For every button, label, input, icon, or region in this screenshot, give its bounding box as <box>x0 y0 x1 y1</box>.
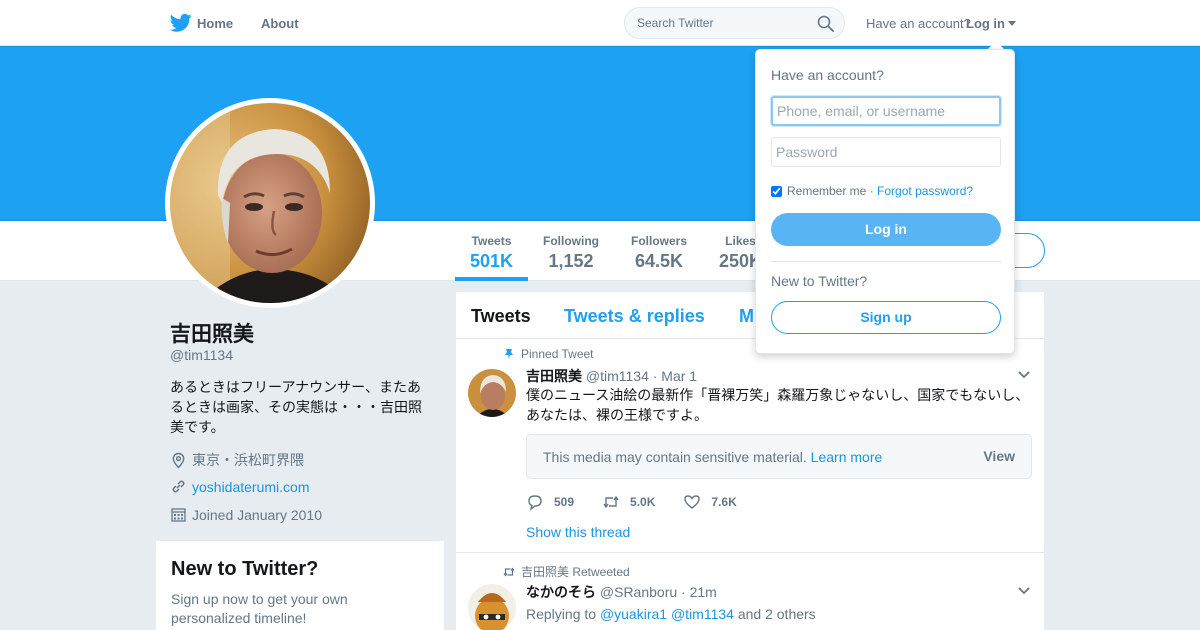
replying-user-link[interactable]: @tim1134 <box>671 606 734 622</box>
caret-down-icon[interactable] <box>1008 21 1016 26</box>
location-text: 東京・浜松町界隈 <box>192 452 304 468</box>
stat-followers-value: 64.5K <box>634 251 684 271</box>
remember-me-row: Remember me · Forgot password? <box>771 184 973 198</box>
show-thread-link[interactable]: Show this thread <box>526 524 630 540</box>
chevron-down-icon[interactable] <box>1018 587 1030 595</box>
stat-tweets-label: Tweets <box>471 234 512 248</box>
replying-prefix: Replying to <box>526 606 597 622</box>
forgot-password-link[interactable]: Forgot password? <box>877 184 973 198</box>
have-account-text: Have an account? <box>866 16 971 31</box>
replying-user-link[interactable]: @yuakira1 <box>600 606 667 622</box>
like-count: 7.6K <box>711 495 737 509</box>
login-menu-link[interactable]: Log in <box>966 16 1005 31</box>
sensitive-media-notice: This media may contain sensitive materia… <box>526 434 1032 479</box>
profile-handle: @tim1134 <box>170 347 233 363</box>
reply-icon <box>528 495 542 511</box>
pinned-tweet-context: Pinned Tweet <box>503 347 594 361</box>
tweet-actions: 509 5.0K 7.6K <box>526 493 765 511</box>
tweet-handle-date[interactable]: @SRanboru · 21m <box>600 584 717 600</box>
remember-me-checkbox[interactable] <box>771 185 782 197</box>
nav-about-link[interactable]: About <box>261 16 299 31</box>
twitter-bird-icon[interactable] <box>170 13 192 33</box>
tweet-author-name[interactable]: 吉田照美 <box>526 368 582 384</box>
pinned-label: Pinned Tweet <box>521 347 594 361</box>
new-to-twitter-text: New to Twitter? <box>771 273 868 289</box>
retweeted-by-label: 吉田照美 Retweeted <box>521 565 630 579</box>
search-icon[interactable] <box>817 15 834 32</box>
signup-card-title: New to Twitter? <box>171 558 319 580</box>
search-box[interactable]: Search Twitter <box>624 7 845 39</box>
signup-card: New to Twitter? Sign up now to get your … <box>156 541 444 630</box>
location-pin-icon <box>172 452 185 468</box>
profile-name: 吉田照美 <box>170 323 254 346</box>
username-field[interactable] <box>771 96 1001 126</box>
tweet-header: 吉田照美 @tim1134 · Mar 1 <box>526 366 697 386</box>
heart-icon <box>684 495 701 509</box>
retweet-icon <box>503 567 515 576</box>
reply-action[interactable]: 509 <box>526 493 574 511</box>
like-action[interactable]: 7.6K <box>683 493 737 511</box>
retweet-context: 吉田照美 Retweeted <box>503 563 630 580</box>
top-navigation: Home About Search Twitter Have an accoun… <box>0 0 1200 46</box>
replying-to: Replying to @yuakira1 @tim1134 and 2 oth… <box>526 606 816 622</box>
profile-avatar[interactable] <box>165 98 375 308</box>
search-input[interactable]: Search Twitter <box>637 16 713 30</box>
retweet-icon <box>603 495 619 509</box>
stat-tweets-value: 501K <box>470 251 514 271</box>
reply-count: 509 <box>554 495 575 509</box>
password-field[interactable] <box>771 137 1001 167</box>
tweet-divider <box>456 552 1044 553</box>
tab-tweets-replies[interactable]: Tweets & replies <box>564 306 705 327</box>
tweet-author-name[interactable]: なかのそら <box>526 584 596 600</box>
tab-tweets[interactable]: Tweets <box>471 306 531 327</box>
tweet-text: 僕のニュース油絵の最新作「晋裸万笑」森羅万象じゃないし、国家でもないし、あなたは… <box>526 387 1030 423</box>
chevron-down-icon[interactable] <box>1018 371 1030 379</box>
tab-media[interactable]: M <box>739 306 754 327</box>
signup-button[interactable]: Sign up <box>771 301 1001 334</box>
nav-home-link[interactable]: Home <box>197 16 233 31</box>
replying-suffix[interactable]: and 2 others <box>738 606 816 622</box>
stat-followers[interactable]: Followers 64.5K <box>631 234 687 272</box>
login-dropdown: Have an account? Remember me · Forgot pa… <box>755 49 1015 354</box>
dropdown-divider <box>771 261 1001 262</box>
stat-following-label: Following <box>543 234 599 248</box>
tweet-avatar[interactable] <box>468 369 516 417</box>
profile-location: 東京・浜松町界隈 <box>170 450 304 470</box>
active-stat-underline <box>455 277 528 281</box>
view-media-button[interactable]: View <box>983 448 1015 464</box>
retweet-action[interactable]: 5.0K <box>602 493 655 511</box>
signup-card-text: Sign up now to get your own personalized… <box>171 591 348 626</box>
profile-joined: Joined January 2010 <box>170 506 322 523</box>
pin-icon <box>505 349 513 360</box>
dropdown-caret <box>988 41 1004 49</box>
joined-text: Joined January 2010 <box>192 506 322 523</box>
tweet-avatar[interactable] <box>468 584 516 630</box>
calendar-icon <box>171 508 186 522</box>
avatar-photo <box>170 103 370 303</box>
stat-following-value: 1,152 <box>548 251 594 271</box>
sensitive-text: This media may contain sensitive materia… <box>543 449 882 465</box>
website-link[interactable]: yoshidaterumi.com <box>192 479 310 495</box>
separator-dot: · <box>869 184 874 198</box>
stat-following[interactable]: Following 1,152 <box>543 234 599 272</box>
retweet-count: 5.0K <box>630 495 656 509</box>
stat-followers-label: Followers <box>631 234 688 248</box>
sensitive-message: This media may contain sensitive materia… <box>543 449 807 465</box>
login-button[interactable]: Log in <box>771 213 1001 246</box>
profile-website[interactable]: yoshidaterumi.com <box>170 478 310 495</box>
dropdown-title: Have an account? <box>771 67 884 83</box>
tweet-header: なかのそら @SRanboru · 21m <box>526 582 717 602</box>
stat-tweets[interactable]: Tweets 501K <box>470 234 513 272</box>
learn-more-link[interactable]: Learn more <box>811 449 883 465</box>
remember-me-label[interactable]: Remember me <box>787 184 866 198</box>
link-icon <box>172 480 185 493</box>
profile-bio: あるときはフリーアナウンサー、またあるときは画家、その実態は・・・吉田照美です。 <box>170 379 422 435</box>
tweet-handle-date[interactable]: @tim1134 · Mar 1 <box>586 368 697 384</box>
